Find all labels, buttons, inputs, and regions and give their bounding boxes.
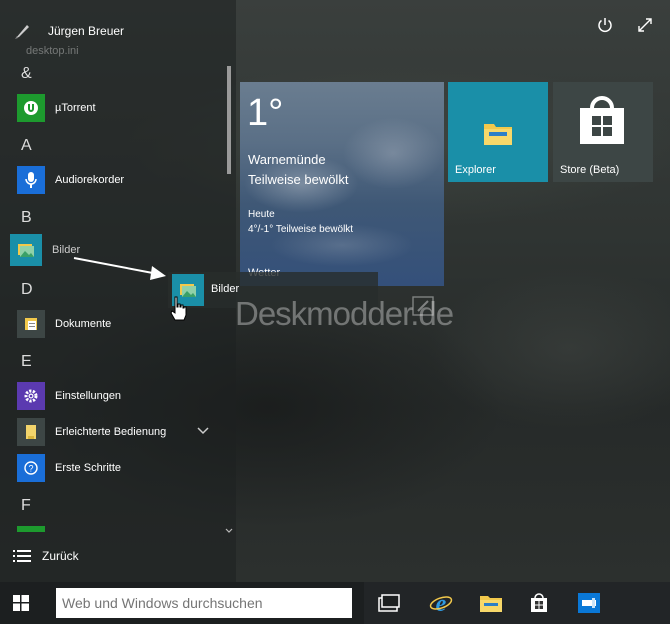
app-label: Einstellungen <box>55 390 122 402</box>
svg-text:e: e <box>436 591 447 615</box>
search-box[interactable] <box>56 588 352 618</box>
user-avatar-icon <box>12 21 32 41</box>
store-tile[interactable]: Store (Beta) <box>553 82 653 182</box>
power-icon[interactable] <box>596 16 614 34</box>
pictures-icon <box>10 234 42 266</box>
weather-temperature: 1° <box>247 92 284 134</box>
back-label: Zurück <box>42 549 79 563</box>
utorrent-icon <box>17 94 45 122</box>
group-letter-d[interactable]: D <box>21 281 33 299</box>
partial-app-icon <box>17 526 45 532</box>
app-label: Erleichterte Bedienung <box>55 426 167 438</box>
group-letter-b[interactable]: B <box>21 209 32 227</box>
app-label: Dokumente <box>55 318 112 330</box>
svg-text:?: ? <box>28 464 33 474</box>
search-input[interactable] <box>56 588 348 618</box>
store-bag-icon <box>578 96 626 146</box>
weather-city: Warnemünde <box>248 152 326 167</box>
group-letter-amp[interactable]: & <box>21 65 32 83</box>
task-view-icon[interactable] <box>366 582 412 624</box>
internet-explorer-icon[interactable]: e <box>418 582 464 624</box>
group-letter-a[interactable]: A <box>21 137 32 155</box>
start-button[interactable] <box>0 582 42 624</box>
taskbar: e <box>0 582 670 624</box>
store-icon[interactable] <box>516 582 562 624</box>
app-utorrent[interactable]: µTorrent <box>17 94 96 122</box>
group-letter-e[interactable]: E <box>21 353 32 371</box>
weather-today-label: Heute <box>248 209 275 220</box>
group-letter-f[interactable]: F <box>21 497 31 515</box>
app-icon[interactable] <box>566 582 612 624</box>
app-erste-schritte[interactable]: ? Erste Schritte <box>17 454 121 482</box>
app-einstellungen[interactable]: Einstellungen <box>17 382 121 410</box>
microphone-icon <box>17 166 45 194</box>
arrow-annotation-icon <box>73 257 166 280</box>
expand-icon[interactable] <box>636 16 654 34</box>
weather-condition: Teilweise bewölkt <box>248 172 349 187</box>
dragged-tile-label: Bilder <box>211 283 240 295</box>
store-tile-label: Store (Beta) <box>560 164 620 176</box>
app-label: Erste Schritte <box>55 462 122 474</box>
start-menu: Jürgen Breuer desktop.ini & µTorrent A A… <box>0 0 670 582</box>
explorer-tile-label: Explorer <box>455 164 496 176</box>
weather-today-range: 4°/-1° Teilweise bewölkt <box>248 224 354 235</box>
explorer-tile[interactable]: Explorer <box>448 82 548 182</box>
weather-tile[interactable]: 1° Warnemünde Teilweise bewölkt Heute 4°… <box>240 82 444 286</box>
user-account[interactable]: Jürgen Breuer <box>12 20 124 42</box>
app-label: Audiorekorder <box>55 174 125 186</box>
faint-text: desktop.ini <box>26 45 79 57</box>
windows-logo-icon <box>13 595 29 611</box>
back-button[interactable]: Zurück <box>13 549 79 563</box>
app-label: µTorrent <box>55 102 96 114</box>
list-icon <box>13 550 31 562</box>
ease-of-access-icon <box>17 418 45 446</box>
hand-cursor-icon <box>170 296 187 321</box>
user-name: Jürgen Breuer <box>48 24 125 38</box>
chevron-down-icon[interactable] <box>196 424 210 438</box>
folder-icon <box>483 120 513 146</box>
app-erleichterte-bedienung[interactable]: Erleichterte Bedienung <box>17 418 166 446</box>
taskbar-icons: e <box>364 582 670 624</box>
gear-icon <box>17 382 45 410</box>
file-explorer-icon[interactable] <box>468 582 514 624</box>
app-audiorekorder[interactable]: Audiorekorder <box>17 166 124 194</box>
scrollbar-thumb[interactable] <box>227 66 231 174</box>
app-dokumente[interactable]: Dokumente <box>17 310 111 338</box>
edit-icon <box>412 296 434 316</box>
scroll-down-icon[interactable] <box>224 526 234 536</box>
documents-icon <box>17 310 45 338</box>
help-icon: ? <box>17 454 45 482</box>
